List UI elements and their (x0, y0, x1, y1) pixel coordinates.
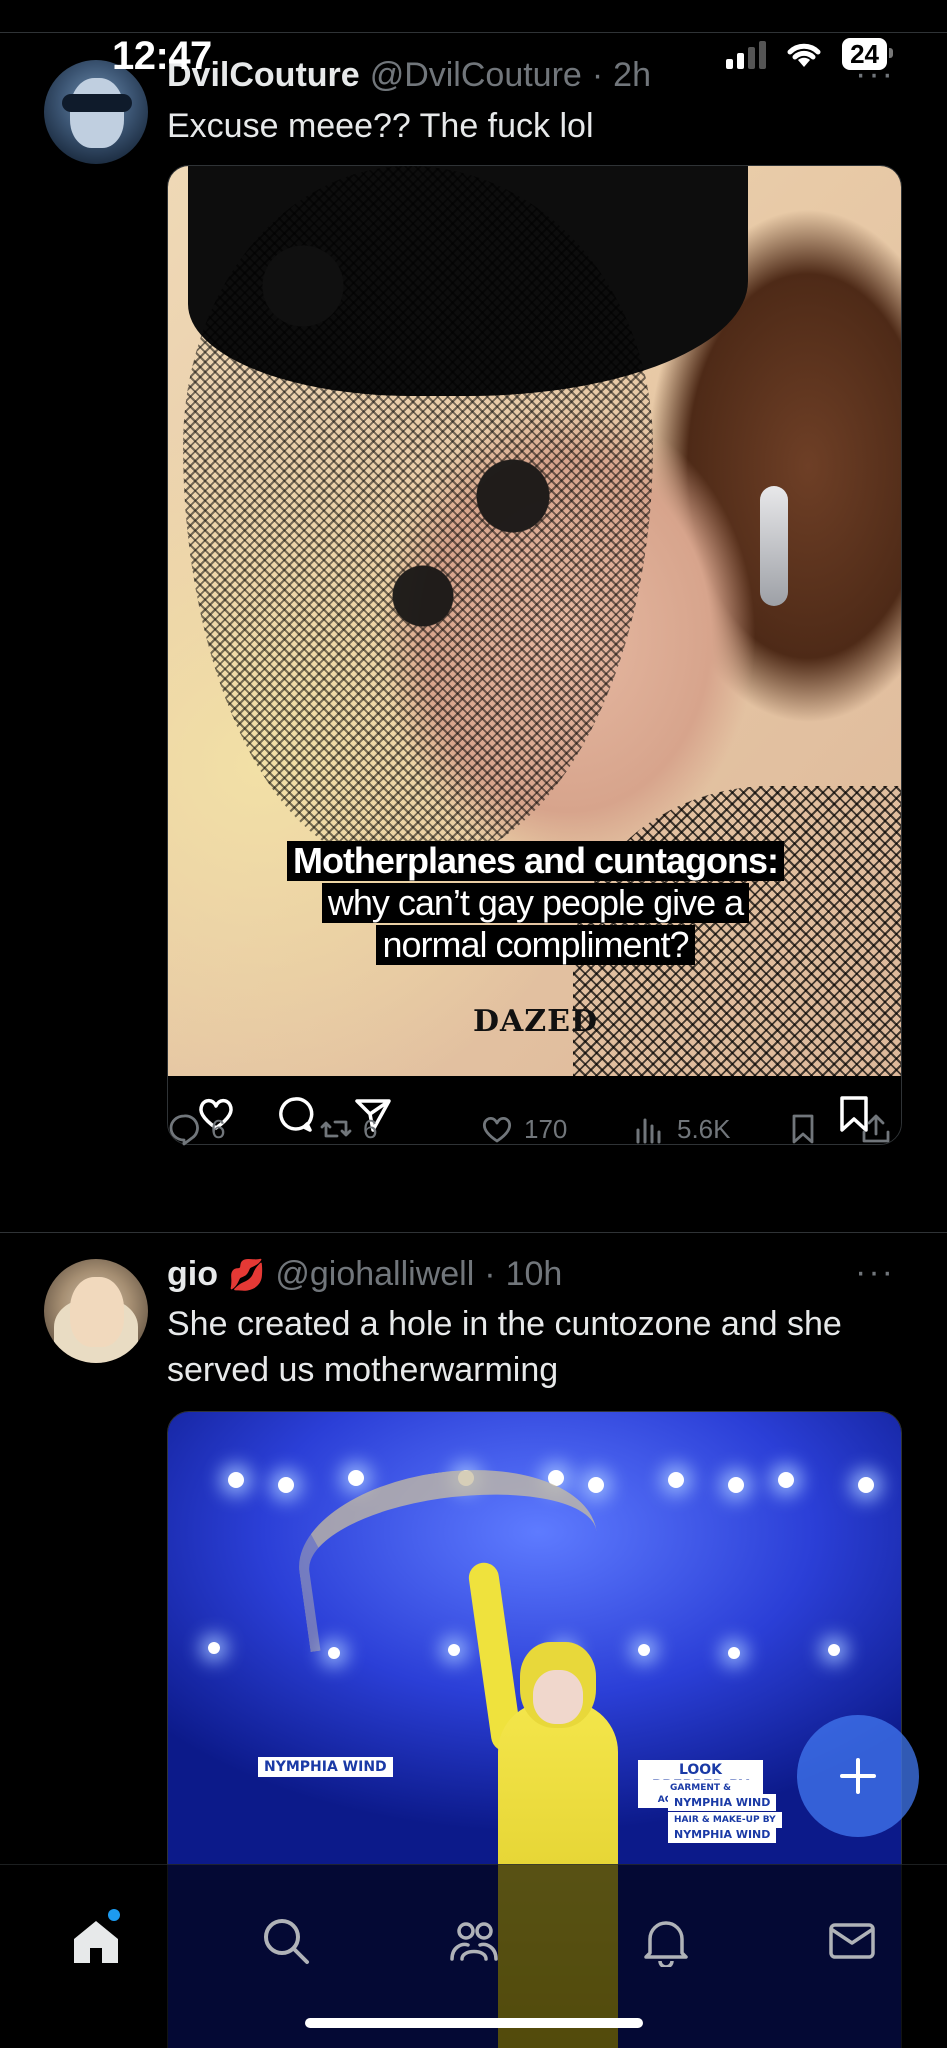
caption-line: Motherplanes and cuntagons: (286, 841, 785, 881)
analytics-icon (636, 1118, 661, 1144)
more-options-icon[interactable]: ··· (855, 1253, 895, 1292)
bookmark-button[interactable] (786, 1112, 820, 1146)
repost-count: 6 (363, 1113, 378, 1144)
repost-icon (320, 1120, 352, 1138)
tweet[interactable]: DvilCouture @DvilCouture · 2h ··· Excuse… (0, 55, 947, 1233)
photo: Motherplanes and cuntagons: why can’t ga… (168, 166, 901, 1076)
mail-icon[interactable] (826, 1915, 878, 1967)
tweet-text: She created a hole in the cuntozone and … (167, 1305, 842, 1389)
reply-count: 6 (211, 1113, 226, 1144)
home-indicator[interactable] (305, 2018, 643, 2028)
bell-icon[interactable] (640, 1915, 692, 1967)
share-icon (862, 1114, 890, 1143)
views-button[interactable]: 5.6K (633, 1112, 731, 1146)
display-name[interactable]: gio (167, 1255, 218, 1294)
like-count: 170 (524, 1113, 568, 1144)
notification-dot (108, 1909, 120, 1921)
stage-sign-line: NYMPHIA WIND (668, 1826, 777, 1843)
plus-icon (840, 1758, 876, 1794)
caption-line: normal compliment? (376, 925, 695, 965)
heart-icon (482, 1116, 512, 1143)
tweet-header: gio 💋 @giohalliwell · 10h (167, 1255, 562, 1294)
more-options-icon[interactable]: ··· (855, 55, 895, 94)
avatar[interactable] (44, 1259, 148, 1363)
kiss-emoji-icon: 💋 (227, 1259, 266, 1292)
display-name[interactable]: DvilCouture (167, 56, 360, 95)
home-icon[interactable] (70, 1915, 122, 1967)
tweet-text: Excuse meee?? The fuck lol (167, 107, 594, 145)
separator: · (591, 56, 604, 94)
brand-logo: DAZED (472, 1004, 599, 1039)
tweet-media-image[interactable]: Motherplanes and cuntagons: why can’t ga… (167, 165, 902, 1145)
search-icon[interactable] (260, 1915, 312, 1967)
tweet-header: DvilCouture @DvilCouture · 2h (167, 56, 651, 95)
view-count: 5.6K (677, 1113, 731, 1144)
timestamp[interactable]: 10h (506, 1255, 563, 1294)
reply-button[interactable]: 6 (167, 1112, 225, 1146)
stage-sign-line: NYMPHIA WIND (668, 1794, 777, 1811)
handle[interactable]: @giohalliwell (275, 1255, 474, 1294)
top-divider (0, 32, 947, 33)
tweet-actions: 6 6 170 5.6K (167, 1112, 902, 1160)
reply-icon (169, 1114, 199, 1146)
communities-icon[interactable] (448, 1915, 500, 1967)
repost-button[interactable]: 6 (319, 1112, 377, 1146)
image-caption: Motherplanes and cuntagons: why can’t ga… (168, 841, 901, 967)
separator: · (484, 1255, 496, 1293)
avatar[interactable] (44, 60, 148, 164)
compose-button[interactable] (797, 1715, 919, 1837)
caption-line: why can’t gay people give a (321, 883, 750, 923)
timestamp[interactable]: 2h (613, 56, 651, 95)
like-button[interactable]: 170 (480, 1112, 567, 1146)
stage-sign: NYMPHIA WIND (258, 1757, 393, 1777)
bookmark-icon (792, 1114, 814, 1144)
handle[interactable]: @DvilCouture (370, 56, 582, 95)
share-button[interactable] (859, 1112, 893, 1146)
